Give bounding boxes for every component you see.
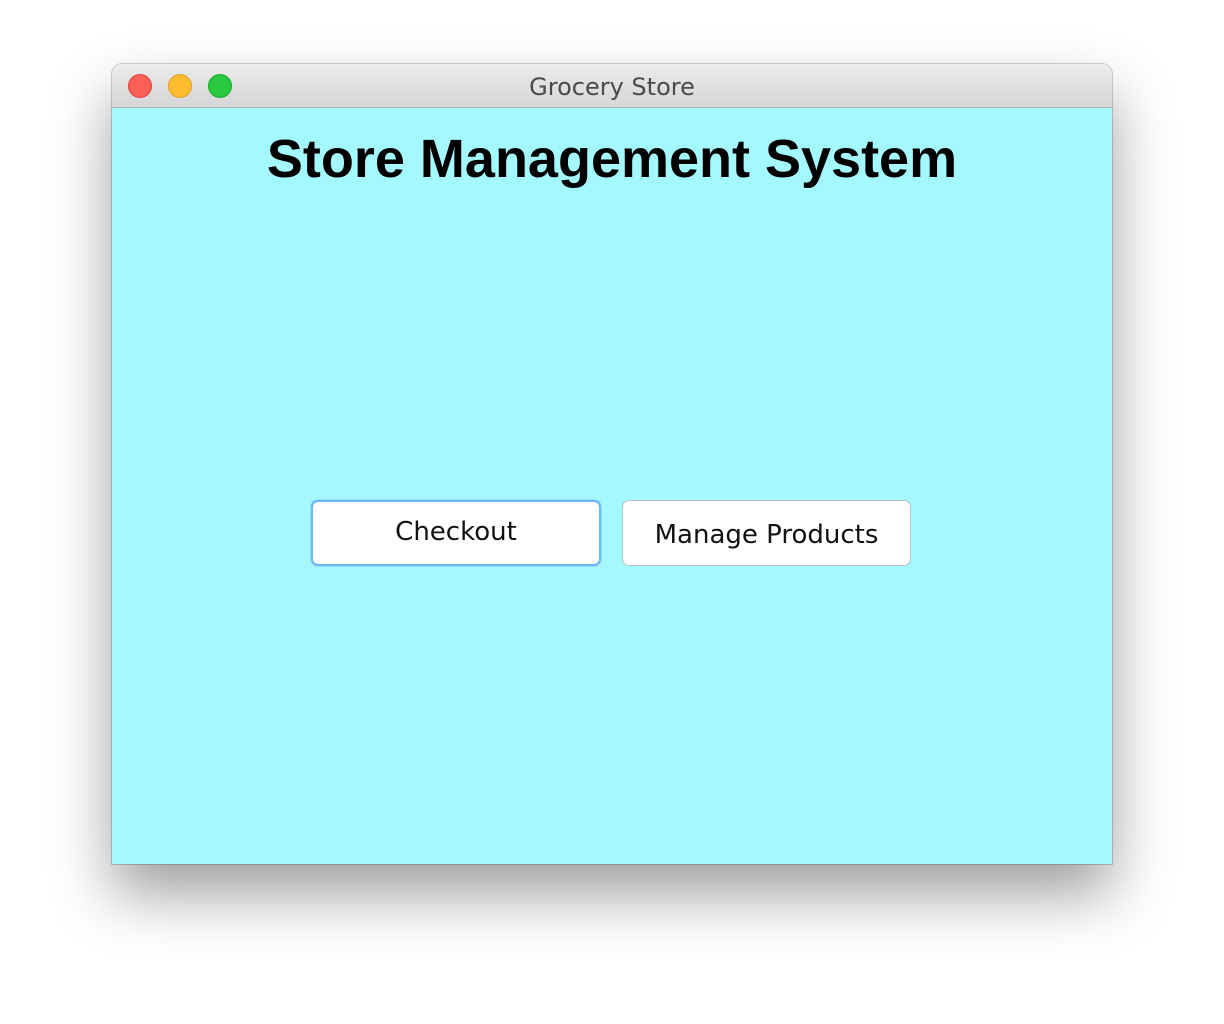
app-window: Grocery Store Store Management System Ch… — [112, 64, 1112, 864]
checkout-button[interactable]: Checkout — [311, 500, 601, 566]
window-title: Grocery Store — [529, 73, 695, 101]
manage-products-button[interactable]: Manage Products — [622, 500, 911, 566]
main-panel: Store Management System Checkout Manage … — [112, 108, 1112, 864]
title-bar[interactable]: Grocery Store — [112, 64, 1112, 108]
page-title: Store Management System — [266, 129, 958, 189]
